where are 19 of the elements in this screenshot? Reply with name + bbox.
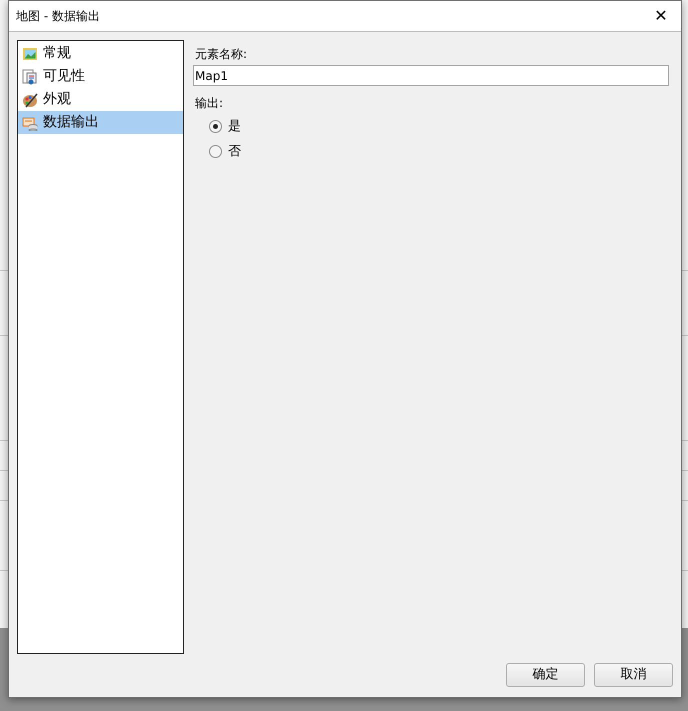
picture-icon [22,46,38,62]
sidebar-item[interactable]: 可见性 [18,65,183,88]
window-title: 地图 - 数据输出 [16,8,101,25]
database-icon [22,114,38,130]
close-button[interactable]: ✕ [647,2,675,30]
input-field[interactable]: Map1 [193,65,669,86]
radio-button[interactable] [209,120,222,133]
sidebar-item[interactable]: 外观 [18,88,183,111]
sidebar-item[interactable]: 数据输出 [18,111,183,134]
dialog-button[interactable]: 取消 [594,663,673,687]
dialog-button[interactable]: 确定 [506,663,585,687]
radio-button[interactable] [209,145,222,158]
field-label: 输出: [195,95,224,112]
sidebar-item[interactable]: 常规 [18,42,183,65]
radio-label[interactable]: 是 [228,116,241,136]
document-icon [22,68,38,84]
field-label: 元素名称: [195,46,248,63]
radio-label[interactable]: 否 [228,142,241,162]
palette-icon [22,92,38,108]
